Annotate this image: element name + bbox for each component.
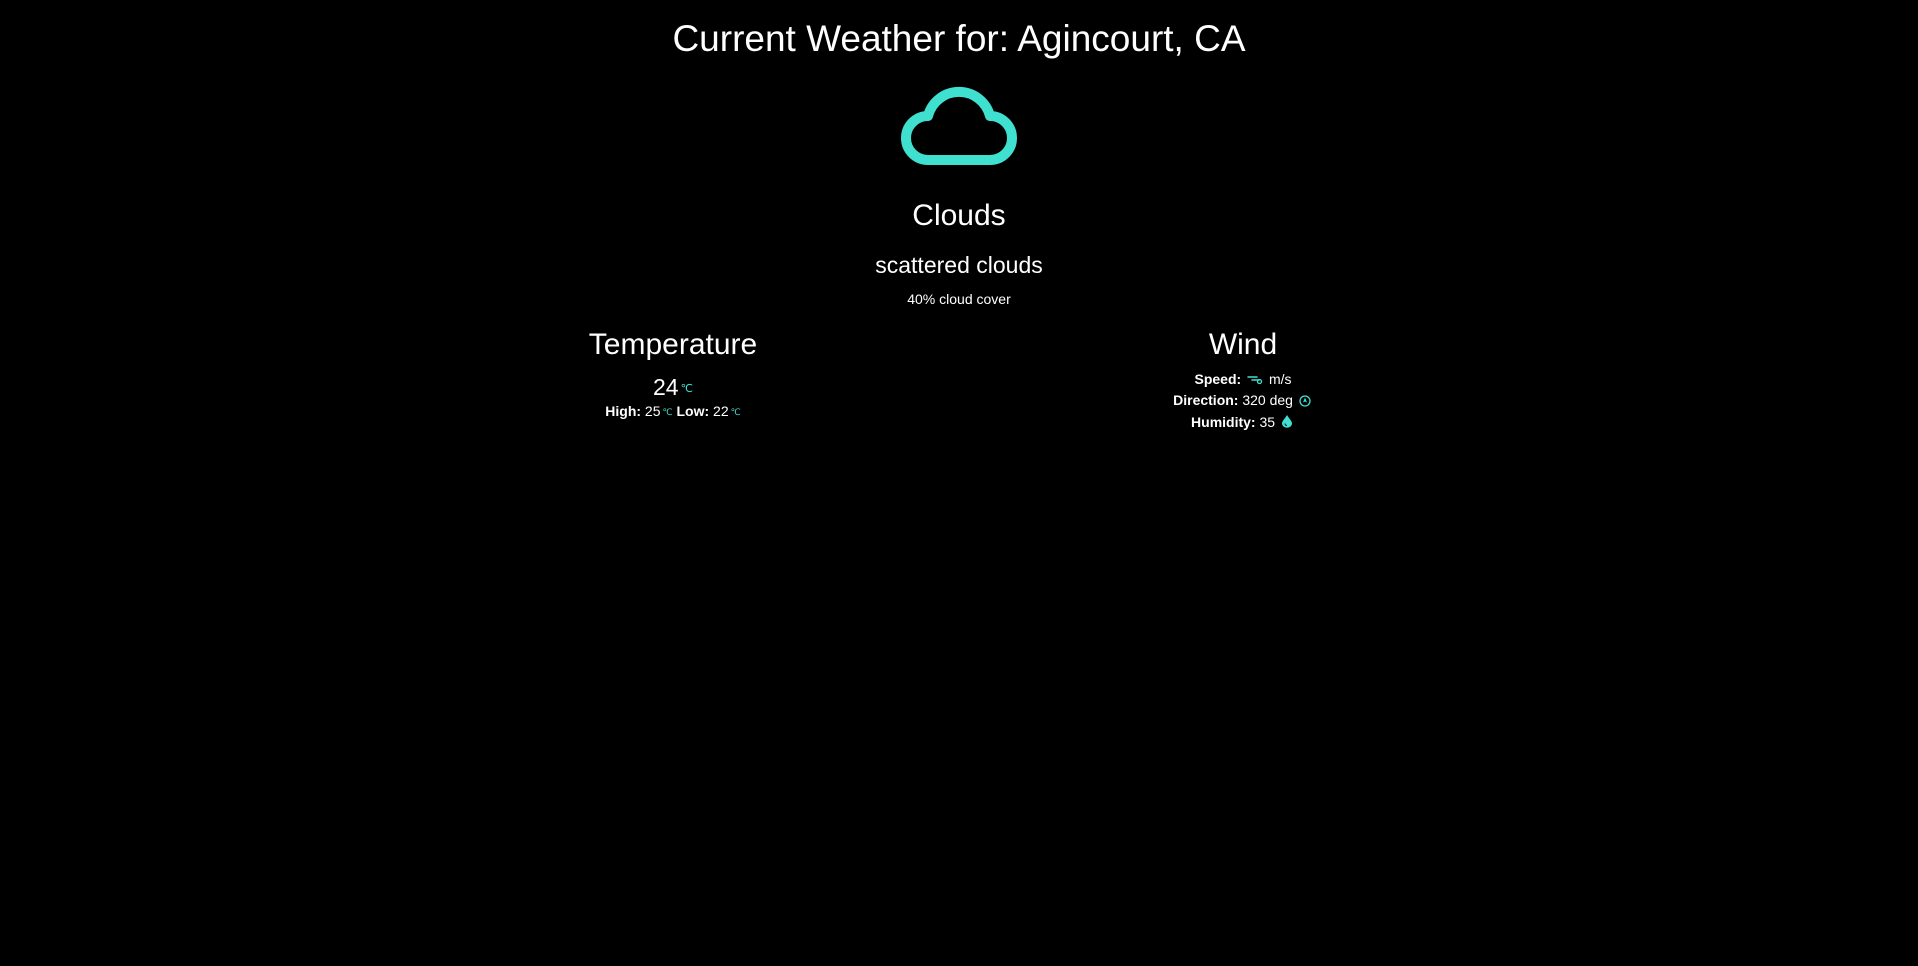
speed-label: Speed: xyxy=(1194,371,1242,387)
humidity-value: 35 xyxy=(1259,413,1276,430)
page-title: Current Weather for: Agincourt, CA xyxy=(672,18,1246,59)
celsius-icon: ℃ xyxy=(680,382,693,395)
temperature-high-low: High: 25 ℃ Low: 22 ℃ xyxy=(473,402,873,421)
temperature-heading: Temperature xyxy=(588,328,758,361)
speed-unit: m/s xyxy=(1268,371,1292,387)
wind-heading: Wind xyxy=(1208,328,1278,361)
temperature-section: Temperature 24 ℃ High: 25 ℃ Low: 22 ℃ xyxy=(473,326,873,421)
humidity-row: Humidity: 35 xyxy=(1043,412,1443,433)
wind-section: Wind Speed: m/s Direction: 320 deg Humid… xyxy=(1043,326,1443,433)
current-temperature-value: 24 xyxy=(653,374,679,400)
direction-label: Direction: xyxy=(1173,392,1239,409)
low-label: Low: xyxy=(676,402,710,419)
current-temperature: 24 ℃ xyxy=(473,374,873,402)
humidity-label: Humidity: xyxy=(1191,413,1256,430)
direction-value: 320 deg xyxy=(1242,392,1293,409)
weather-description: scattered clouds xyxy=(875,252,1043,278)
low-value: 22 xyxy=(713,402,729,419)
cloud-cover: 40% cloud cover xyxy=(907,291,1011,307)
wind-icon xyxy=(1247,370,1263,390)
high-value: 25 xyxy=(644,402,661,419)
weather-page: Current Weather for: Agincourt, CA Cloud… xyxy=(0,0,1918,966)
compass-icon xyxy=(1299,392,1311,412)
wind-direction-row: Direction: 320 deg xyxy=(1043,390,1443,411)
weather-condition: Clouds xyxy=(912,199,1006,232)
high-label: High: xyxy=(605,402,642,419)
wind-details: Speed: m/s Direction: 320 deg Humidity: … xyxy=(1043,369,1443,433)
droplet-icon xyxy=(1281,413,1293,433)
celsius-icon: ℃ xyxy=(730,407,741,418)
cloud-icon xyxy=(895,80,1023,168)
celsius-icon: ℃ xyxy=(662,407,673,418)
wind-speed-row: Speed: m/s xyxy=(1043,369,1443,390)
